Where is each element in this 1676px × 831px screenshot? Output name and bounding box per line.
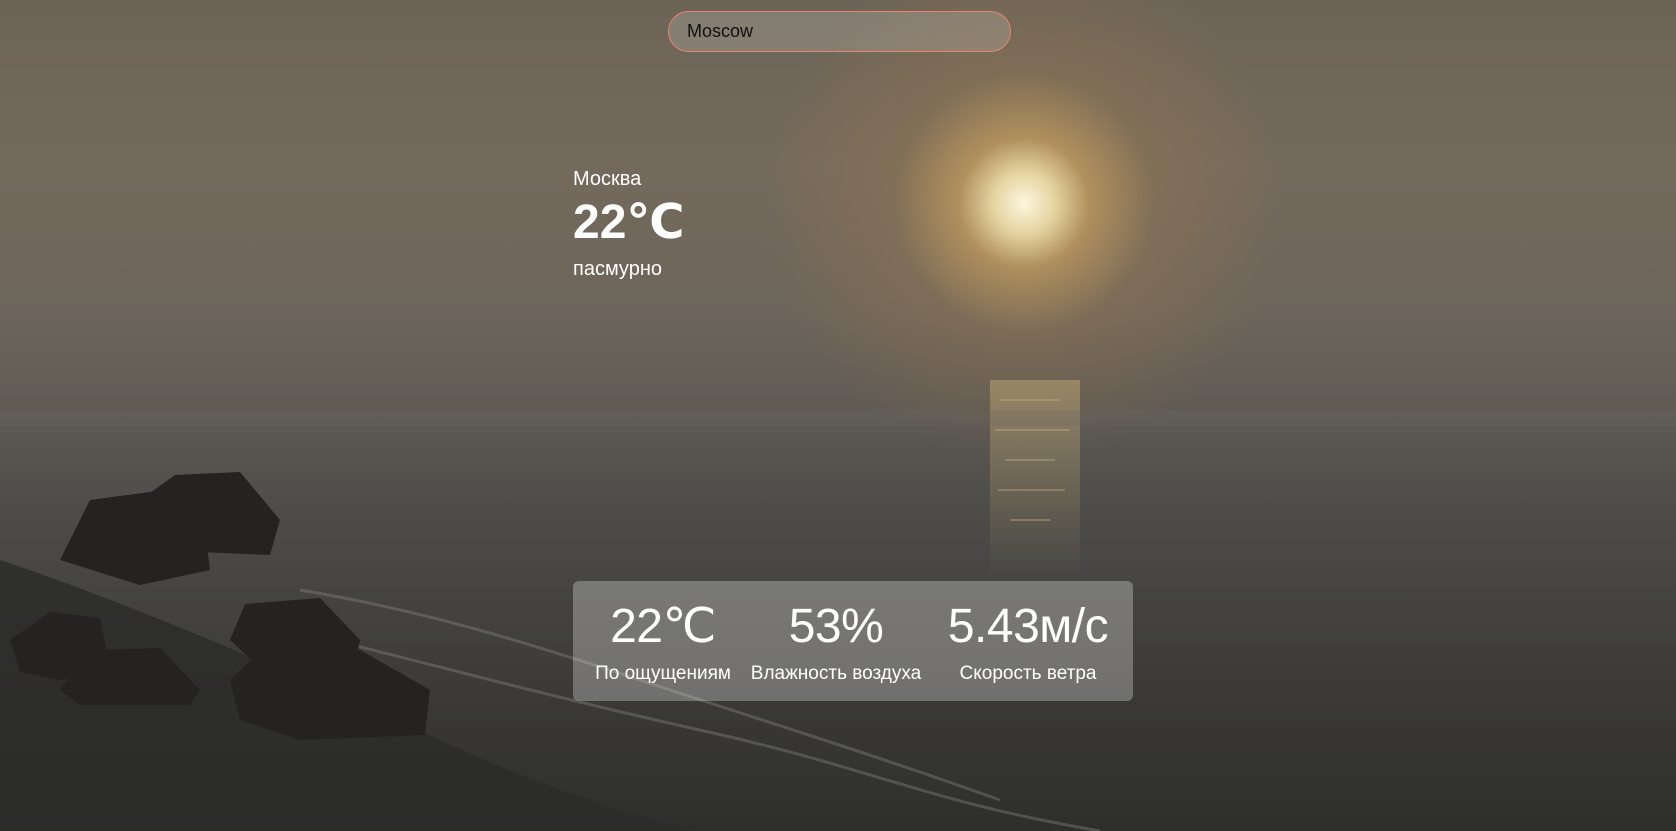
background-photo [0,0,1676,831]
feels-like-value: 22℃ [610,600,716,653]
seascape-illustration [0,380,1676,831]
feels-like-label: По ощущениям [595,663,731,684]
current-temperature: 22℃ [573,196,685,249]
current-weather: Москва 22℃ пасмурно [573,166,685,282]
city-search-input[interactable] [668,11,1011,52]
feels-like-metric: 22℃ По ощущениям [587,581,739,685]
humidity-value: 53% [788,600,884,653]
wind-speed-metric: 5.43м/с Скорость ветра [929,581,1127,685]
wind-speed-value: 5.43м/с [947,600,1109,653]
wind-speed-label: Скорость ветра [959,663,1097,684]
humidity-metric: 53% Влажность воздуха [741,581,931,685]
humidity-label: Влажность воздуха [750,663,922,684]
weather-description: пасмурно [573,258,662,280]
city-name: Москва [573,168,642,190]
weather-details-panel: 22℃ По ощущениям 53% Влажность воздуха 5… [573,581,1133,701]
